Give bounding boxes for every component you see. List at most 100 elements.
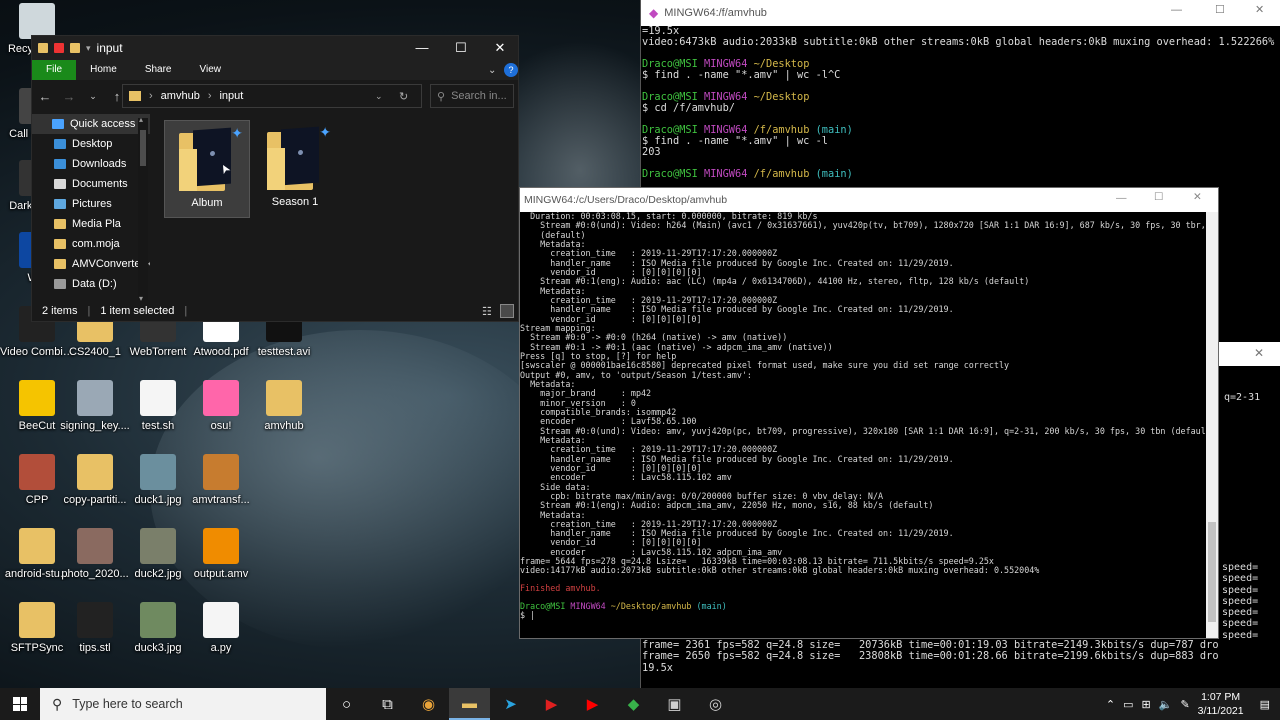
close-button[interactable]: ✕ xyxy=(1193,191,1202,203)
obs-icon[interactable]: ◎ xyxy=(695,688,736,720)
address-dropdown-chevron-icon[interactable]: ⌄ xyxy=(375,91,383,102)
close-button[interactable]: ✕ xyxy=(1255,3,1264,16)
terminal-text: ~/Desktop xyxy=(753,90,810,103)
desktop-icon[interactable]: a.py xyxy=(184,602,258,655)
folder-icon xyxy=(19,602,55,638)
close-icon[interactable]: ✕ xyxy=(1254,346,1264,360)
nav-item[interactable]: Media Pla✦ xyxy=(32,214,150,234)
chrome-icon[interactable]: ◉ xyxy=(408,688,449,720)
tab-share[interactable]: Share xyxy=(131,60,186,80)
terminal-back-title: MINGW64:/f/amvhub xyxy=(664,7,767,19)
quick-access-toolbar-chevron-icon[interactable]: ▾ xyxy=(86,43,91,54)
nav-item[interactable]: AMVConverte✦ xyxy=(32,254,150,274)
tab-file[interactable]: File xyxy=(32,60,77,80)
network-icon[interactable]: ⊞ xyxy=(1142,698,1151,711)
explorer-titlebar[interactable]: ▾ input — ☐ ✕ xyxy=(32,36,518,60)
details-view-icon[interactable]: ☷ xyxy=(482,305,492,318)
folder-item[interactable]: ✦ Album xyxy=(164,120,250,218)
status-selection: 1 item selected xyxy=(100,305,175,317)
forward-arrow-icon[interactable]: → xyxy=(62,89,76,104)
nav-item-label: Media Pla xyxy=(72,218,121,230)
desktop-icon[interactable]: amvhub xyxy=(247,380,321,433)
scroll-up-arrow-icon[interactable]: ▴ xyxy=(139,115,143,124)
ribbon-expand-chevron-icon[interactable]: ⌄ xyxy=(488,65,496,76)
recent-locations-chevron-icon[interactable]: ⌄ xyxy=(86,91,100,102)
search-box[interactable]: ⚲ Search in... xyxy=(430,84,514,108)
pen-icon[interactable]: ✎ xyxy=(1180,698,1189,711)
help-icon[interactable]: ? xyxy=(504,63,518,77)
folder-icon xyxy=(266,380,302,416)
folder-item[interactable]: ✦ Season 1 xyxy=(252,120,338,218)
battery-icon[interactable]: ▭ xyxy=(1123,698,1133,711)
maximize-button[interactable]: ☐ xyxy=(1215,3,1225,16)
search-input[interactable]: Search in... xyxy=(451,90,507,102)
terminal-line: speed= xyxy=(1222,584,1259,596)
terminal-text: MINGW64 xyxy=(704,167,754,180)
desktop-icon[interactable]: output.amv xyxy=(184,528,258,581)
maximize-button[interactable]: ☐ xyxy=(1154,191,1163,203)
third-window-titlebar[interactable]: ✕ xyxy=(1218,342,1280,366)
maximize-button[interactable]: ☐ xyxy=(441,36,481,60)
new-folder-icon[interactable] xyxy=(70,43,80,53)
file-explorer-window[interactable]: ▾ input — ☐ ✕ File Home Share View ⌄ ? ←… xyxy=(31,35,519,322)
terminal-scrollbar[interactable] xyxy=(1206,212,1218,638)
cortana-icon[interactable]: ○ xyxy=(326,688,367,720)
terminal-window-third[interactable]: ✕ q=2-31 speed= speed= speed= speed= speed= s… xyxy=(1218,342,1280,690)
scrollbar-thumb[interactable] xyxy=(140,130,146,166)
tab-home[interactable]: Home xyxy=(76,60,131,80)
media-player-icon[interactable]: ▶ xyxy=(531,688,572,720)
nav-item[interactable]: com.moja✦ xyxy=(32,234,150,254)
navigation-scrollbar[interactable]: ▴ ▾ xyxy=(138,115,148,303)
folder-icon xyxy=(54,259,66,269)
terminal-text: $ find . -name "*.amv" | wc -l xyxy=(642,134,828,147)
refresh-icon[interactable]: ↻ xyxy=(399,90,408,103)
scrollbar-thumb[interactable] xyxy=(1208,522,1216,622)
terminal-text: /f/amvhub xyxy=(753,167,816,180)
file-explorer-icon[interactable]: ▬ xyxy=(449,688,490,720)
nav-item[interactable]: Desktop✦ xyxy=(32,134,150,154)
close-button[interactable]: ✕ xyxy=(480,36,520,60)
tab-view[interactable]: View xyxy=(186,60,236,80)
clock[interactable]: 1:07 PM 3/11/2021 xyxy=(1198,690,1244,718)
telegram-icon[interactable]: ➤ xyxy=(490,688,531,720)
volume-icon[interactable]: 🔈 xyxy=(1159,698,1173,711)
git-bash-icon[interactable]: ◆ xyxy=(613,688,654,720)
nav-item[interactable]: Downloads✦ xyxy=(32,154,150,174)
minimize-button[interactable]: — xyxy=(402,36,442,60)
nav-item[interactable]: Pictures✦ xyxy=(32,194,150,214)
minimize-button[interactable]: — xyxy=(1171,4,1182,16)
explorer-title: input xyxy=(96,41,123,55)
terminal-front-titlebar[interactable]: MINGW64:/c/Users/Draco/Desktop/amvhub — … xyxy=(520,188,1218,212)
task-view-icon[interactable]: ⧉ xyxy=(367,688,408,720)
folder-icon xyxy=(19,528,55,564)
youtube-icon[interactable]: ▶ xyxy=(572,688,613,720)
terminal-back-titlebar[interactable]: ◆ MINGW64:/f/amvhub — ☐ ✕ xyxy=(641,0,1280,26)
folder-icon xyxy=(54,219,66,229)
taskbar-search-input[interactable]: Type here to search xyxy=(72,697,182,711)
large-icons-view-icon[interactable] xyxy=(500,304,514,318)
folder-item-label: Album xyxy=(191,197,223,209)
screen-recorder-icon[interactable]: ▣ xyxy=(654,688,695,720)
nav-item[interactable]: Data (D:) xyxy=(32,274,150,294)
show-hidden-icons-chevron-icon[interactable]: ⌃ xyxy=(1106,698,1115,711)
notifications-icon[interactable]: ▤ xyxy=(1260,698,1270,711)
terminal-line: speed= xyxy=(1222,573,1259,585)
terminal-line: video:14177kB audio:2073kB subtitle:0kB … xyxy=(520,566,1208,575)
start-button[interactable] xyxy=(0,688,40,720)
breadcrumb-amvhub[interactable]: amvhub xyxy=(161,90,200,102)
breadcrumb-separator-icon: › xyxy=(207,90,212,102)
nav-item[interactable]: Documents✦ xyxy=(32,174,150,194)
minimize-button[interactable]: — xyxy=(1116,192,1127,204)
terminal-window-front[interactable]: MINGW64:/c/Users/Draco/Desktop/amvhub — … xyxy=(519,187,1219,639)
terminal-line: Stream #0:0(und): Video: h264 (Main) (av… xyxy=(520,221,1208,230)
desktop-icon[interactable]: amvtransf... xyxy=(184,454,258,507)
address-bar[interactable]: › amvhub › input ⌄ ↻ xyxy=(122,84,422,108)
taskbar-search[interactable]: ⚲ Type here to search xyxy=(40,688,326,720)
desktop-icon-label: amvtransf... xyxy=(192,494,250,506)
properties-icon[interactable] xyxy=(54,43,64,53)
winrar-icon xyxy=(77,380,113,416)
terminal-text: 203 xyxy=(642,146,661,159)
nav-item[interactable]: Quick access xyxy=(32,114,150,134)
breadcrumb-input[interactable]: input xyxy=(219,90,243,102)
back-arrow-icon[interactable]: ← xyxy=(38,89,52,104)
